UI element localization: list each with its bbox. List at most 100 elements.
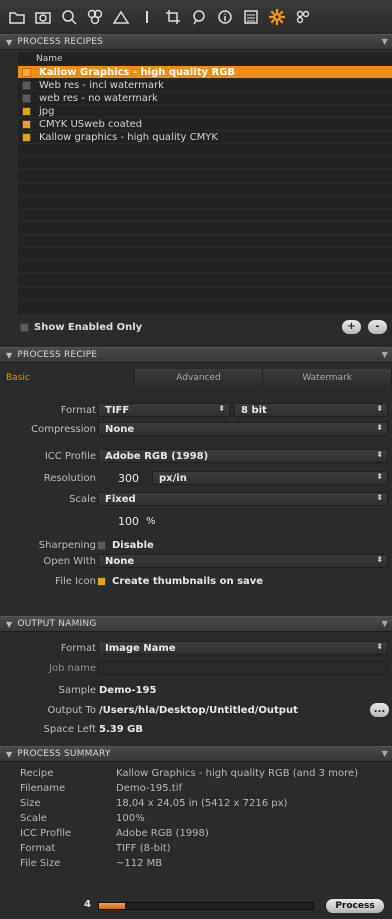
process-icon[interactable] xyxy=(292,6,313,28)
search-icon[interactable] xyxy=(58,6,79,28)
show-enabled-checkbox[interactable] xyxy=(20,323,29,332)
list-icon[interactable] xyxy=(240,6,261,28)
collapse-triangle-icon: ▼ xyxy=(6,619,13,629)
layers-icon[interactable] xyxy=(84,6,105,28)
output-naming-header[interactable]: ▼ OUTPUT NAMING ▼ xyxy=(0,616,392,632)
file-icon-checkbox[interactable] xyxy=(97,576,106,586)
empty-row xyxy=(18,209,392,222)
empty-row xyxy=(18,222,392,235)
collapse-triangle-icon: ▼ xyxy=(6,37,13,47)
sample-value: Demo-195 xyxy=(99,684,157,696)
process-summary-header[interactable]: ▼ PROCESS SUMMARY ▼ xyxy=(0,746,392,762)
resolution-input[interactable]: 300 xyxy=(118,472,139,485)
empty-row xyxy=(18,157,392,170)
output-path: /Users/hla/Desktop/Untitled/Output xyxy=(99,704,298,716)
open-with-select[interactable]: None ⬍ xyxy=(98,554,388,568)
process-recipes-title: PROCESS RECIPES xyxy=(17,37,104,47)
recipe-checkbox[interactable] xyxy=(22,80,31,90)
icc-profile-select[interactable]: Adobe RGB (1998) ⬍ xyxy=(98,449,388,463)
naming-format-value: Image Name xyxy=(105,642,176,654)
sharpening-row: Sharpening Disable xyxy=(0,537,392,553)
updown-icon: ⬍ xyxy=(376,404,383,413)
updown-icon: ⬍ xyxy=(376,493,383,502)
file-icon-row: File Icon Create thumbnails on save xyxy=(0,573,392,589)
tab-advanced[interactable]: Advanced xyxy=(134,369,264,386)
scale-select[interactable]: Fixed ⬍ xyxy=(98,492,388,506)
info-icon[interactable] xyxy=(214,6,235,28)
gear-icon[interactable] xyxy=(266,6,287,28)
panel-menu-icon[interactable]: ▼ xyxy=(382,350,388,359)
scale-percent-input[interactable]: 100 xyxy=(118,515,139,528)
empty-row xyxy=(18,196,392,209)
summary-value: 100% xyxy=(116,813,145,824)
resolution-row: Resolution 300 px/in ⬍ xyxy=(0,470,392,486)
summary-value: Adobe RGB (1998) xyxy=(116,828,209,839)
tab-watermark[interactable]: Watermark xyxy=(263,369,392,386)
add-recipe-button[interactable]: + xyxy=(342,320,361,334)
updown-icon: ⬍ xyxy=(376,555,383,564)
folder-icon[interactable] xyxy=(6,6,27,28)
empty-row xyxy=(18,287,392,300)
summary-key: Filename xyxy=(20,783,66,794)
naming-format-select[interactable]: Image Name ⬍ xyxy=(98,641,388,655)
recipe-checkbox[interactable] xyxy=(22,93,31,103)
recipe-row[interactable]: Kallow Graphics - high quality RGB xyxy=(18,66,392,79)
format-select[interactable]: TIFF ⬍ xyxy=(98,403,230,417)
compression-label: Compression xyxy=(31,423,96,435)
resolution-unit-select[interactable]: px/in ⬍ xyxy=(152,471,388,485)
recipe-row[interactable]: Kallow graphics - high quality CMYK xyxy=(18,131,392,144)
camera-icon[interactable] xyxy=(32,6,53,28)
empty-row xyxy=(18,235,392,248)
recipe-label: jpg xyxy=(39,105,55,117)
updown-icon: ⬍ xyxy=(376,423,383,432)
column-header-name[interactable]: Name xyxy=(18,52,392,66)
job-name-input[interactable] xyxy=(98,661,388,675)
process-button[interactable]: Process xyxy=(326,899,384,913)
browse-output-button[interactable]: ... xyxy=(370,703,389,717)
tab-basic[interactable]: Basic xyxy=(0,369,135,386)
recipe-tabs: Basic Advanced Watermark xyxy=(0,369,392,386)
recipe-checkbox[interactable] xyxy=(22,119,31,129)
scale-row: Scale Fixed ⬍ xyxy=(0,491,392,507)
crop-icon[interactable] xyxy=(162,6,183,28)
panel-menu-icon[interactable]: ▼ xyxy=(382,749,388,758)
recipe-label: web res - no watermark xyxy=(39,92,158,104)
process-recipes-header[interactable]: ▼ PROCESS RECIPES ▼ xyxy=(0,34,392,50)
output-to-label: Output To xyxy=(47,704,96,716)
recipe-checkbox[interactable] xyxy=(22,132,31,142)
empty-row xyxy=(18,274,392,287)
recipe-row[interactable]: jpg xyxy=(18,105,392,118)
adjust-icon[interactable] xyxy=(188,6,209,28)
show-enabled-only-toggle[interactable]: Show Enabled Only xyxy=(20,322,142,333)
panel-menu-icon[interactable]: ▼ xyxy=(382,619,388,628)
summary-value: Kallow Graphics - high quality RGB (and … xyxy=(116,768,359,779)
scale-value: Fixed xyxy=(105,493,136,505)
recipe-row[interactable]: web res - no watermark xyxy=(18,92,392,105)
open-with-row: Open With None ⬍ xyxy=(0,553,392,569)
summary-row: File Size ~112 MB xyxy=(20,858,392,871)
sample-label: Sample xyxy=(58,684,97,696)
open-with-value: None xyxy=(105,555,135,567)
summary-row: Filename Demo-195.tif xyxy=(20,783,392,796)
updown-icon: ⬍ xyxy=(376,472,383,481)
sharpening-value: Disable xyxy=(112,539,154,551)
recipe-checkbox[interactable] xyxy=(22,67,31,77)
bit-depth-select[interactable]: 8 bit ⬍ xyxy=(234,403,388,417)
scale-percent-unit: % xyxy=(146,515,156,527)
recipe-row[interactable]: CMYK USweb coated xyxy=(18,118,392,131)
sharpening-checkbox[interactable] xyxy=(97,540,106,550)
recipe-row[interactable]: Web res - incl watermark xyxy=(18,79,392,92)
exposure-icon[interactable] xyxy=(136,6,157,28)
panel-menu-icon[interactable]: ▼ xyxy=(382,37,388,46)
resolution-unit-value: px/in xyxy=(159,472,187,484)
compression-select[interactable]: None ⬍ xyxy=(98,422,388,436)
format-label: Format xyxy=(60,404,96,416)
summary-key: Size xyxy=(20,798,41,809)
queue-count: 4 xyxy=(84,899,91,910)
process-recipe-header[interactable]: ▼ PROCESS RECIPE ▼ xyxy=(0,347,392,363)
summary-value: TIFF (8-bit) xyxy=(116,843,171,854)
triangle-icon[interactable] xyxy=(110,6,131,28)
recipe-checkbox[interactable] xyxy=(22,106,31,116)
recipe-label: CMYK USweb coated xyxy=(39,118,143,130)
remove-recipe-button[interactable]: - xyxy=(368,320,387,334)
